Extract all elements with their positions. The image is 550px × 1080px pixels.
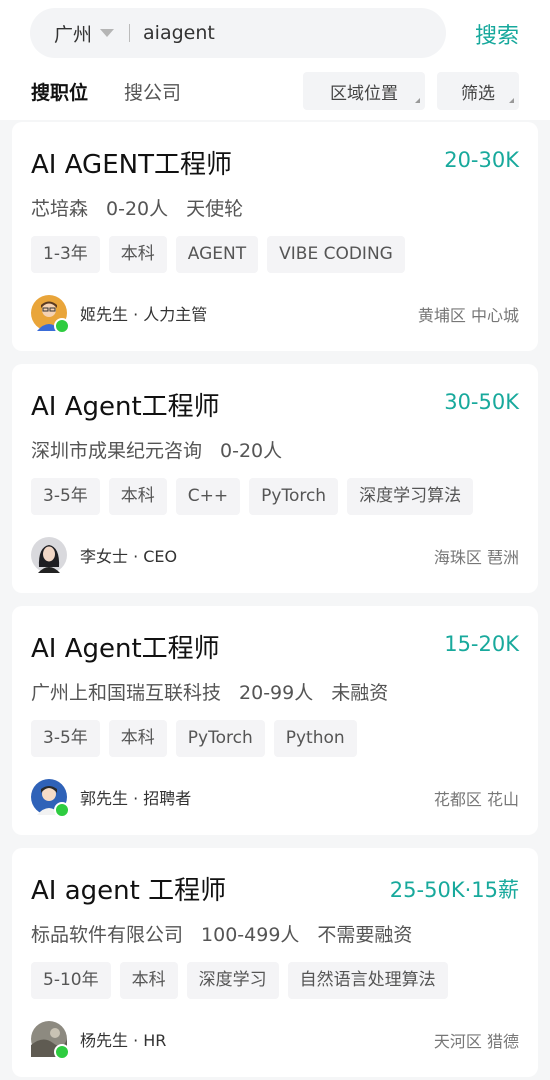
job-title: AI Agent工程师 xyxy=(31,392,220,422)
job-card[interactable]: AI Agent工程师 30-50K 深圳市成果纪元咨询 0-20人 3-5年 本… xyxy=(12,364,538,593)
area-filter-label: 区域位置 xyxy=(330,83,398,104)
company-stage: 不需要融资 xyxy=(317,924,413,946)
job-card[interactable]: AI AGENT工程师 20-30K 芯培森 0-20人 天使轮 1-3年 本科 A… xyxy=(12,122,538,351)
company-info: 芯培森 0-20人 天使轮 xyxy=(31,194,261,221)
recruiter: 李女士 · CEO xyxy=(31,537,177,573)
recruiter-avatar-image xyxy=(31,537,67,573)
job-location: 天河区 猎德 xyxy=(433,1032,519,1051)
recruiter-name: 李女士 · CEO xyxy=(80,547,178,566)
job-tag: PyTorch xyxy=(175,720,265,757)
job-tag: 3-5年 xyxy=(31,720,100,757)
company-size: 0-20人 xyxy=(106,198,169,220)
company-stage: 未融资 xyxy=(331,682,389,704)
job-tag: 深度学习算法 xyxy=(347,478,474,515)
online-status-dot xyxy=(54,1044,70,1060)
job-salary: 15-20K xyxy=(444,632,519,656)
job-title: AI AGENT工程师 xyxy=(31,150,232,180)
company-name: 广州上和国瑞互联科技 xyxy=(31,682,222,704)
job-tag: Python xyxy=(273,720,357,757)
company-name: 标品软件有限公司 xyxy=(31,924,184,946)
search-input[interactable]: aiagent xyxy=(143,22,215,44)
job-tag: 本科 xyxy=(108,236,167,273)
company-size: 20-99人 xyxy=(239,682,314,704)
job-card[interactable]: AI Agent工程师 15-20K 广州上和国瑞互联科技 20-99人 未融资 3… xyxy=(12,606,538,835)
recruiter: 郭先生 · 招聘者 xyxy=(31,779,192,818)
job-tag: 本科 xyxy=(119,962,178,999)
job-tag: 3-5年 xyxy=(31,478,100,515)
recruiter: 姬先生 · 人力主管 xyxy=(31,295,208,334)
job-tags: 5-10年 本科 深度学习 自然语言处理算法 xyxy=(31,962,457,999)
job-tags: 1-3年 本科 AGENT VIBE CODING xyxy=(31,236,414,273)
tab-search-jobs[interactable]: 搜职位 xyxy=(31,78,88,105)
job-tag: AGENT xyxy=(175,236,259,273)
avatar xyxy=(31,295,70,334)
search-box[interactable]: 广州 aiagent xyxy=(30,8,446,58)
job-location: 海珠区 琶洲 xyxy=(433,548,519,567)
avatar xyxy=(31,779,70,818)
job-location: 花都区 花山 xyxy=(433,790,519,809)
city-selector[interactable]: 广州 xyxy=(54,20,92,47)
avatar xyxy=(31,537,67,573)
company-size: 100-499人 xyxy=(201,924,300,946)
recruiter-name: 郭先生 · 招聘者 xyxy=(80,789,192,808)
recruiter: 杨先生 · HR xyxy=(31,1021,167,1060)
corner-triangle-icon xyxy=(415,98,420,103)
filter-button[interactable]: 筛选 xyxy=(437,72,519,110)
chevron-down-icon[interactable] xyxy=(100,29,115,37)
filter-label: 筛选 xyxy=(461,83,495,104)
job-tag: C++ xyxy=(175,478,241,515)
online-status-dot xyxy=(54,802,70,818)
avatar xyxy=(31,1021,70,1060)
search-button[interactable]: 搜索 xyxy=(475,18,519,50)
job-location: 黄埔区 中心城 xyxy=(417,306,519,325)
job-tag: 5-10年 xyxy=(31,962,111,999)
corner-triangle-icon xyxy=(509,98,514,103)
tab-row: 搜职位 搜公司 区域位置 筛选 xyxy=(0,70,550,112)
job-salary: 20-30K xyxy=(444,148,519,172)
job-tag: VIBE CODING xyxy=(267,236,405,273)
company-info: 标品软件有限公司 100-499人 不需要融资 xyxy=(31,920,430,947)
job-tag: PyTorch xyxy=(249,478,339,515)
company-size: 0-20人 xyxy=(220,440,283,462)
job-tags: 3-5年 本科 C++ PyTorch 深度学习算法 xyxy=(31,478,482,515)
company-name: 芯培森 xyxy=(31,198,89,220)
job-tag: 本科 xyxy=(108,478,167,515)
tab-search-companies[interactable]: 搜公司 xyxy=(124,78,181,105)
job-tag: 自然语言处理算法 xyxy=(287,962,448,999)
job-tags: 3-5年 本科 PyTorch Python xyxy=(31,720,366,757)
job-card[interactable]: AI agent 工程师 25-50K·15薪 标品软件有限公司 100-499人… xyxy=(12,848,538,1077)
job-title: AI Agent工程师 xyxy=(31,634,220,664)
company-info: 深圳市成果纪元咨询 0-20人 xyxy=(31,436,300,463)
company-info: 广州上和国瑞互联科技 20-99人 未融资 xyxy=(31,678,406,705)
job-salary: 30-50K xyxy=(444,390,519,414)
job-tag: 深度学习 xyxy=(186,962,279,999)
job-title: AI agent 工程师 xyxy=(31,876,227,906)
online-status-dot xyxy=(54,318,70,334)
top-bar: 广州 aiagent 搜索 搜职位 搜公司 区域位置 筛选 xyxy=(0,0,550,120)
job-tag: 1-3年 xyxy=(31,236,100,273)
search-divider xyxy=(129,24,131,42)
area-filter-button[interactable]: 区域位置 xyxy=(303,72,425,110)
job-salary: 25-50K·15薪 xyxy=(389,878,519,902)
recruiter-name: 杨先生 · HR xyxy=(80,1031,167,1050)
job-tag: 本科 xyxy=(108,720,167,757)
company-name: 深圳市成果纪元咨询 xyxy=(31,440,203,462)
recruiter-name: 姬先生 · 人力主管 xyxy=(80,305,208,324)
company-stage: 天使轮 xyxy=(186,198,244,220)
